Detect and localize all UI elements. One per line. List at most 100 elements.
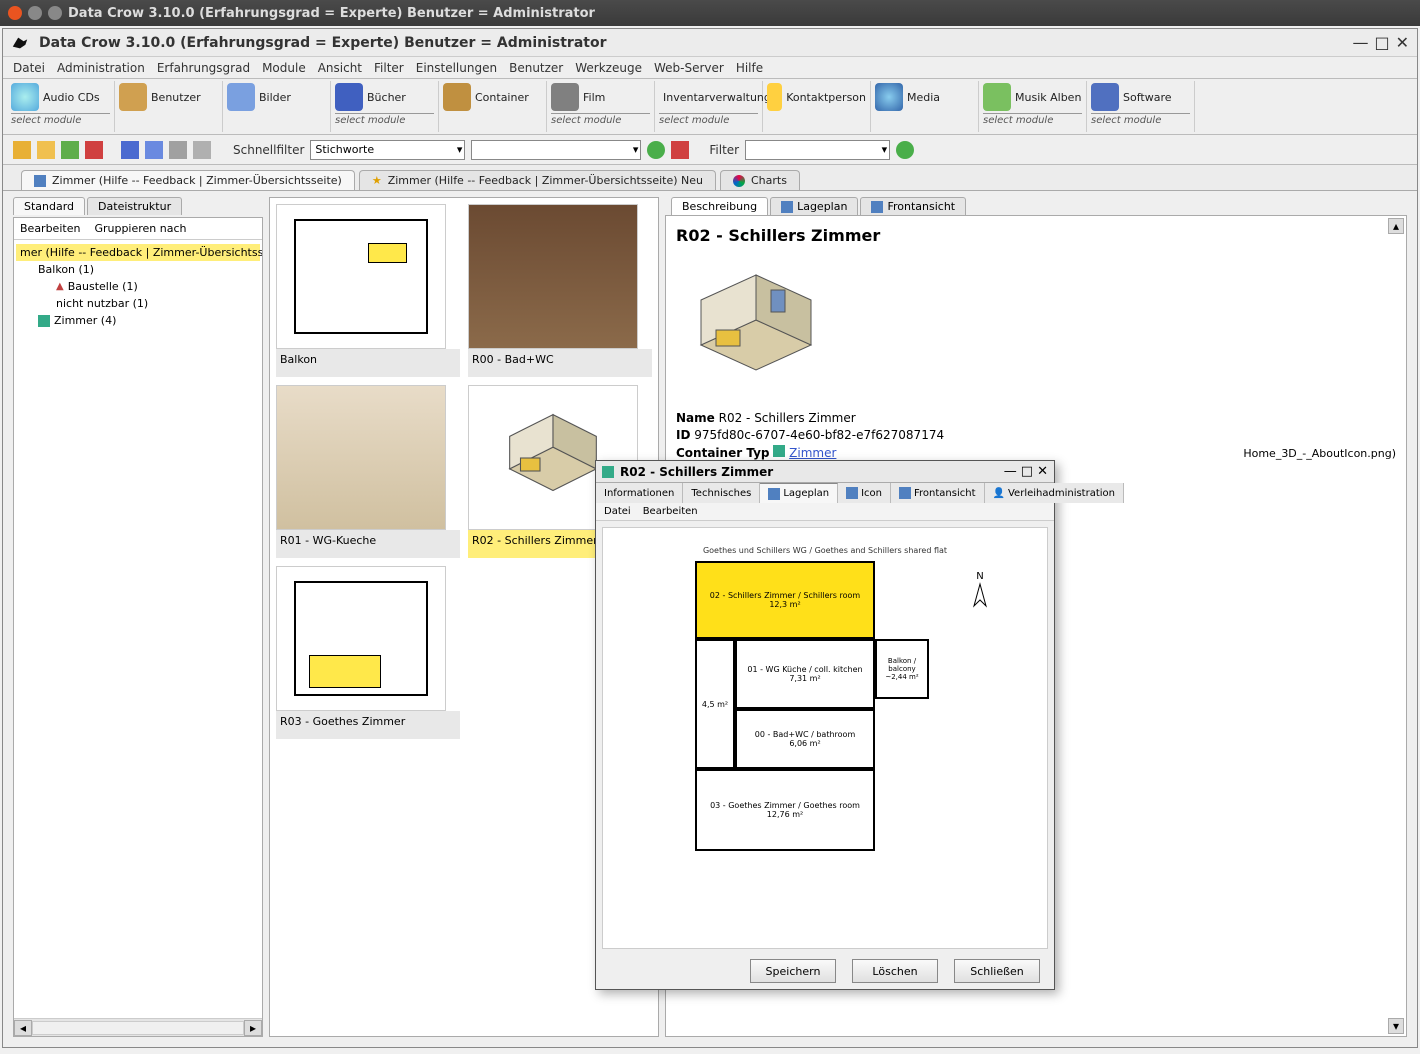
dlgtab-informationen[interactable]: Informationen — [596, 483, 683, 503]
filter-select[interactable]: ▾ — [745, 140, 890, 160]
fp-room-balkon: Balkon / balcony~2,44 m² — [875, 639, 929, 699]
tree-item-baustelle[interactable]: ▲Baustelle (1) — [16, 278, 260, 295]
tab-icon — [34, 175, 46, 187]
dlg-menu-bearbeiten[interactable]: Bearbeiten — [643, 506, 698, 517]
detail-scroll-up-icon[interactable]: ▴ — [1388, 218, 1404, 234]
dlgtab-lageplan[interactable]: Lageplan — [760, 483, 838, 503]
module-buecher[interactable]: Bücherselect module — [331, 81, 439, 132]
subtab-dateistruktur[interactable]: Dateistruktur — [87, 197, 182, 215]
tree-item-balkon[interactable]: Balkon (1) — [16, 261, 260, 278]
menu-webserver[interactable]: Web-Server — [654, 61, 724, 75]
apply-quickfilter-icon[interactable] — [647, 141, 665, 159]
menu-hilfe[interactable]: Hilfe — [736, 61, 763, 75]
tab-zimmer-neu[interactable]: ★Zimmer (Hilfe -- Feedback | Zimmer-Über… — [359, 170, 716, 190]
dialog-maximize-icon[interactable]: □ — [1021, 464, 1033, 479]
field-id: ID 975fd80c-6707-4e60-bf82-e7f627087174 — [676, 428, 1396, 442]
thumb-r01[interactable]: R01 - WG-Kueche — [276, 385, 460, 558]
os-maximize-icon[interactable] — [48, 6, 62, 20]
warning-icon: ▲ — [56, 281, 64, 292]
menu-module[interactable]: Module — [262, 61, 306, 75]
module-container[interactable]: Container — [439, 81, 547, 132]
dlgtab-frontansicht[interactable]: Frontansicht — [891, 483, 985, 503]
dlg-menu-datei[interactable]: Datei — [604, 506, 631, 517]
tree-hscroll[interactable]: ◂ ▸ — [14, 1018, 262, 1036]
picture-icon — [846, 487, 858, 499]
tree-item-nicht-nutzbar[interactable]: nicht nutzbar (1) — [16, 295, 260, 312]
dialog-close-icon[interactable]: ✕ — [1037, 464, 1048, 479]
app-titlebar: Data Crow 3.10.0 (Erfahrungsgrad = Exper… — [3, 29, 1417, 57]
tab-zimmer[interactable]: Zimmer (Hilfe -- Feedback | Zimmer-Übers… — [21, 170, 355, 190]
picture-icon — [871, 201, 883, 213]
dlgtab-technisches[interactable]: Technisches — [683, 483, 760, 503]
tab-charts[interactable]: Charts — [720, 170, 800, 190]
dtab-lageplan[interactable]: Lageplan — [770, 197, 858, 215]
fp-room-03: 03 - Goethes Zimmer / Goethes room12,76 … — [695, 769, 875, 851]
menu-werkzeuge[interactable]: Werkzeuge — [575, 61, 642, 75]
fp-room-00: 00 - Bad+WC / bathroom6,06 m² — [735, 709, 875, 769]
left-bearbeiten[interactable]: Bearbeiten — [20, 222, 80, 235]
module-musik[interactable]: Musik Albenselect module — [979, 81, 1087, 132]
picture-icon — [768, 488, 780, 500]
add-icon[interactable] — [61, 141, 79, 159]
window-maximize-icon[interactable]: □ — [1374, 33, 1389, 52]
close-button[interactable]: Schließen — [954, 959, 1040, 983]
edit-icon[interactable] — [13, 141, 31, 159]
detail-scroll-down-icon[interactable]: ▾ — [1388, 1018, 1404, 1034]
window-minimize-icon[interactable]: — — [1352, 33, 1368, 52]
module-inventar[interactable]: Inventarverwaltungselect module — [655, 81, 763, 132]
menu-administration[interactable]: Administration — [57, 61, 145, 75]
window-close-icon[interactable]: ✕ — [1396, 33, 1409, 52]
menu-benutzer[interactable]: Benutzer — [509, 61, 563, 75]
menu-ansicht[interactable]: Ansicht — [318, 61, 362, 75]
left-gruppieren[interactable]: Gruppieren nach — [94, 222, 186, 235]
filter-label: Filter — [709, 143, 739, 157]
clear-quickfilter-icon[interactable] — [671, 141, 689, 159]
menu-filter[interactable]: Filter — [374, 61, 404, 75]
os-close-icon[interactable] — [8, 6, 22, 20]
dialog-titlebar[interactable]: R02 - Schillers Zimmer — □ ✕ — [596, 461, 1054, 483]
tree: mer (Hilfe -- Feedback | Zimmer-Übersich… — [14, 240, 262, 1018]
dlgtab-verleih[interactable]: 👤Verleihadministration — [985, 483, 1124, 503]
menu-erfahrungsgrad[interactable]: Erfahrungsgrad — [157, 61, 250, 75]
zoom-in-icon[interactable] — [169, 141, 187, 159]
module-film[interactable]: Filmselect module — [547, 81, 655, 132]
save-all-icon[interactable] — [145, 141, 163, 159]
save-button[interactable]: Speichern — [750, 959, 836, 983]
module-bilder[interactable]: Bilder — [223, 81, 331, 132]
dtab-beschreibung[interactable]: Beschreibung — [671, 197, 768, 215]
thumb-r00[interactable]: R00 - Bad+WC — [468, 204, 652, 377]
module-audio-cds[interactable]: Audio CDsselect module — [7, 81, 115, 132]
apply-filter-icon[interactable] — [896, 141, 914, 159]
dialog-minimize-icon[interactable]: — — [1004, 464, 1017, 479]
chart-icon — [733, 175, 745, 187]
open-icon[interactable] — [37, 141, 55, 159]
container-type-link[interactable]: Zimmer — [789, 446, 836, 460]
user-icon — [119, 83, 147, 111]
module-benutzer[interactable]: Benutzer — [115, 81, 223, 132]
room-icon — [38, 315, 50, 327]
zoom-out-icon[interactable] — [193, 141, 211, 159]
module-software[interactable]: Softwareselect module — [1087, 81, 1195, 132]
menu-einstellungen[interactable]: Einstellungen — [416, 61, 497, 75]
scroll-left-icon[interactable]: ◂ — [14, 1020, 32, 1036]
media-icon — [875, 83, 903, 111]
dlgtab-icon[interactable]: Icon — [838, 483, 891, 503]
module-media[interactable]: Media — [871, 81, 979, 132]
thumb-r03[interactable]: R03 - Goethes Zimmer — [276, 566, 460, 739]
delete-button[interactable]: Löschen — [852, 959, 938, 983]
menu-datei[interactable]: Datei — [13, 61, 45, 75]
dtab-frontansicht[interactable]: Frontansicht — [860, 197, 966, 215]
delete-icon[interactable] — [85, 141, 103, 159]
save-icon[interactable] — [121, 141, 139, 159]
thumb-balkon[interactable]: Balkon — [276, 204, 460, 377]
scroll-right-icon[interactable]: ▸ — [244, 1020, 262, 1036]
subtab-standard[interactable]: Standard — [13, 197, 85, 215]
cd-icon — [11, 83, 39, 111]
os-minimize-icon[interactable] — [28, 6, 42, 20]
schnellfilter-value-select[interactable]: ▾ — [471, 140, 641, 160]
schnellfilter-field-select[interactable]: Stichworte▾ — [310, 140, 465, 160]
image-icon — [227, 83, 255, 111]
module-kontakt[interactable]: Kontaktperson — [763, 81, 871, 132]
tree-root[interactable]: mer (Hilfe -- Feedback | Zimmer-Übersich… — [16, 244, 260, 261]
tree-item-zimmer[interactable]: Zimmer (4) — [16, 312, 260, 329]
